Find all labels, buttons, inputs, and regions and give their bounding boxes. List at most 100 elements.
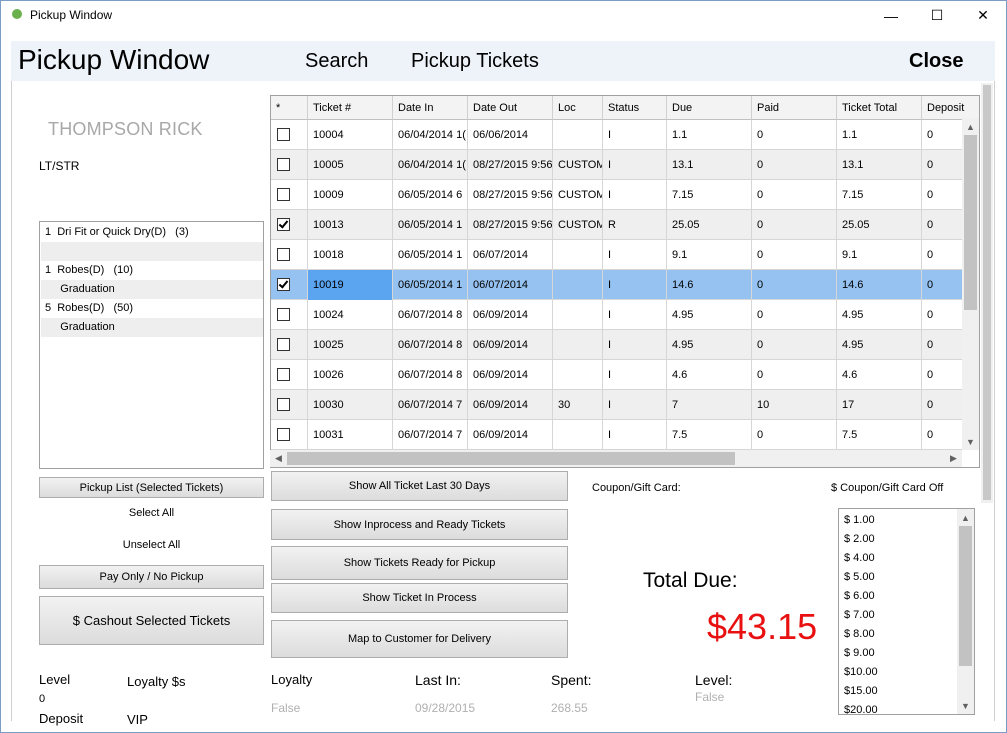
pickup-list-button[interactable]: Pickup List (Selected Tickets) [39, 477, 264, 498]
select-cell[interactable] [271, 120, 308, 150]
grid-header-ticket-total[interactable]: Ticket Total [837, 96, 922, 120]
table-row[interactable]: 10030 06/07/2014 7 06/09/2014 30 I 7 10 17 0 [271, 390, 965, 420]
checkbox[interactable] [277, 248, 290, 261]
paid-cell[interactable]: 0 [752, 330, 837, 360]
amount-scrollbar[interactable]: ▲ ▼ [957, 509, 974, 714]
coupon-amount-item[interactable]: $ 8.00 [844, 628, 875, 640]
hscroll-thumb[interactable] [287, 452, 735, 465]
paid-cell[interactable]: 0 [752, 210, 837, 240]
list-item[interactable]: 1 Robes(D) (10) [41, 261, 263, 280]
grid-header-date-out[interactable]: Date Out [468, 96, 553, 120]
unselect-all-link[interactable]: Unselect All [39, 539, 264, 551]
grid-header-due[interactable]: Due [667, 96, 752, 120]
checkbox[interactable] [277, 398, 290, 411]
scroll-down-icon[interactable]: ▼ [957, 697, 974, 714]
show-inprocess-button[interactable]: Show Ticket In Process [271, 583, 568, 613]
date-out-cell[interactable]: 06/07/2014 [468, 240, 553, 270]
loc-cell[interactable] [553, 420, 603, 450]
minimize-icon[interactable]: — [868, 0, 914, 31]
date-out-cell[interactable]: 06/09/2014 [468, 360, 553, 390]
loc-cell[interactable] [553, 330, 603, 360]
scroll-up-icon[interactable]: ▲ [962, 118, 979, 135]
coupon-amount-item[interactable]: $ 1.00 [844, 514, 875, 526]
date-in-cell[interactable]: 06/07/2014 8 [393, 330, 468, 360]
checkbox[interactable] [277, 308, 290, 321]
status-cell[interactable]: I [603, 120, 667, 150]
scroll-left-icon[interactable]: ◀ [270, 450, 287, 467]
loc-cell[interactable]: CUSTOM [553, 210, 603, 240]
grid-header-date-in[interactable]: Date In [393, 96, 468, 120]
status-cell[interactable]: I [603, 390, 667, 420]
due-cell[interactable]: 4.6 [667, 360, 752, 390]
pay-only-button[interactable]: Pay Only / No Pickup [39, 565, 264, 589]
select-cell[interactable] [271, 150, 308, 180]
coupon-amount-item[interactable]: $10.00 [844, 666, 878, 678]
scroll-thumb[interactable] [964, 135, 977, 310]
select-cell[interactable] [271, 360, 308, 390]
ticket-number-cell[interactable]: 10024 [308, 300, 393, 330]
paid-cell[interactable]: 10 [752, 390, 837, 420]
ticket-number-cell[interactable]: 10005 [308, 150, 393, 180]
date-out-cell[interactable]: 08/27/2015 9:56 [468, 180, 553, 210]
status-cell[interactable]: I [603, 150, 667, 180]
list-item[interactable] [41, 242, 263, 261]
due-cell[interactable]: 25.05 [667, 210, 752, 240]
loc-cell[interactable] [553, 300, 603, 330]
scroll-up-icon[interactable]: ▲ [957, 509, 974, 526]
due-cell[interactable]: 4.95 [667, 330, 752, 360]
date-in-cell[interactable]: 06/07/2014 8 [393, 360, 468, 390]
select-cell[interactable] [271, 210, 308, 240]
loc-cell[interactable]: 30 [553, 390, 603, 420]
ticket-number-cell[interactable]: 10019 [308, 270, 393, 300]
select-cell[interactable] [271, 420, 308, 450]
date-in-cell[interactable]: 06/05/2014 1 [393, 210, 468, 240]
list-item[interactable]: Graduation [41, 280, 263, 299]
ticket-total-cell[interactable]: 7.5 [837, 420, 922, 450]
ticket-number-cell[interactable]: 10030 [308, 390, 393, 420]
paid-cell[interactable]: 0 [752, 300, 837, 330]
coupon-amount-item[interactable]: $ 9.00 [844, 647, 875, 659]
ticket-number-cell[interactable]: 10009 [308, 180, 393, 210]
loc-cell[interactable]: CUSTOM [553, 180, 603, 210]
paid-cell[interactable]: 0 [752, 360, 837, 390]
ticket-number-cell[interactable]: 10031 [308, 420, 393, 450]
ticket-number-cell[interactable]: 10004 [308, 120, 393, 150]
scroll-down-icon[interactable]: ▼ [962, 433, 979, 450]
table-row[interactable]: 10025 06/07/2014 8 06/09/2014 I 4.95 0 4.95 0 [271, 330, 965, 360]
date-out-cell[interactable]: 06/07/2014 [468, 270, 553, 300]
coupon-amount-item[interactable]: $ 6.00 [844, 590, 875, 602]
ticket-number-cell[interactable]: 10025 [308, 330, 393, 360]
paid-cell[interactable]: 0 [752, 240, 837, 270]
due-cell[interactable]: 7.5 [667, 420, 752, 450]
pickup-tickets-tab[interactable]: Pickup Tickets [411, 50, 539, 73]
cashout-button[interactable]: $ Cashout Selected Tickets [39, 596, 264, 645]
close-window-icon[interactable]: ✕ [960, 0, 1006, 31]
checkbox-checked[interactable] [277, 278, 290, 291]
checkbox[interactable] [277, 158, 290, 171]
due-cell[interactable]: 7 [667, 390, 752, 420]
ticket-total-cell[interactable]: 9.1 [837, 240, 922, 270]
select-cell[interactable] [271, 300, 308, 330]
select-cell[interactable] [271, 270, 308, 300]
tickets-grid[interactable]: * Ticket # Date In Date Out Loc Status D… [270, 95, 980, 468]
date-out-cell[interactable]: 06/06/2014 [468, 120, 553, 150]
ticket-total-cell[interactable]: 1.1 [837, 120, 922, 150]
list-item[interactable]: 5 Robes(D) (50) [41, 299, 263, 318]
show-last-30-days-button[interactable]: Show All Ticket Last 30 Days [271, 471, 568, 501]
date-in-cell[interactable]: 06/07/2014 8 [393, 300, 468, 330]
ticket-number-cell[interactable]: 10026 [308, 360, 393, 390]
select-cell[interactable] [271, 180, 308, 210]
status-cell[interactable]: I [603, 360, 667, 390]
table-row[interactable]: 10005 06/04/2014 1(08/27/2015 9:56 CUSTOM I… [271, 150, 965, 180]
due-cell[interactable]: 4.95 [667, 300, 752, 330]
status-cell[interactable]: I [603, 420, 667, 450]
items-list[interactable]: 1 Dri Fit or Quick Dry(D) (3) 1 Robes(D)… [39, 221, 264, 469]
show-inprocess-ready-button[interactable]: Show Inprocess and Ready Tickets [271, 509, 568, 540]
status-cell[interactable]: I [603, 300, 667, 330]
ticket-total-cell[interactable]: 13.1 [837, 150, 922, 180]
checkbox[interactable] [277, 128, 290, 141]
checkbox[interactable] [277, 368, 290, 381]
ticket-number-cell[interactable]: 10018 [308, 240, 393, 270]
due-cell[interactable]: 13.1 [667, 150, 752, 180]
loc-cell[interactable]: CUSTOM [553, 150, 603, 180]
